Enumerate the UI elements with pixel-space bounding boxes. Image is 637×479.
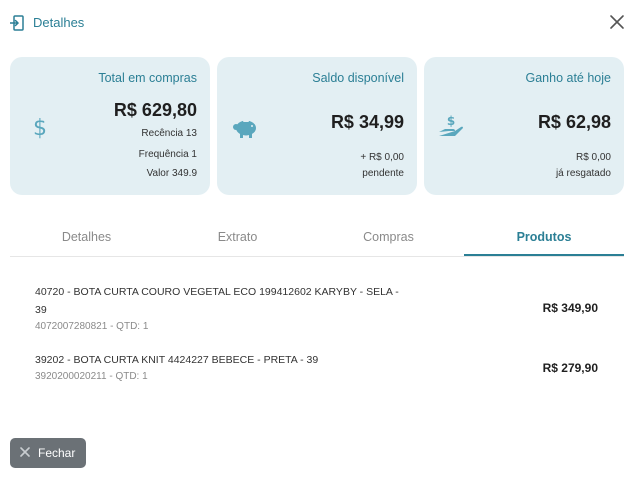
card-title: Total em compras [98,71,197,85]
tab-extrato[interactable]: Extrato [161,222,314,254]
card-frequencia: Frequência 1 [138,149,197,160]
product-name: 39202 - BOTA CURTA KNIT 4424227 BEBECE -… [35,354,319,366]
card-valor: Valor 349.9 [146,168,197,179]
product-name: 40720 - BOTA CURTA COURO VEGETAL ECO 199… [35,286,399,316]
card-title: Saldo disponível [312,71,404,85]
tab-compras[interactable]: Compras [312,222,465,254]
fechar-button[interactable]: Fechar [10,438,86,468]
svg-text:$: $ [33,116,47,141]
card-value: R$ 629,80 [113,100,197,120]
card-recencia: Recência 13 [141,128,197,139]
card-resgatado-label: já resgatado [555,168,611,179]
card-value: R$ 62,98 [537,112,611,132]
piggy-bank-icon [233,120,256,138]
close-icon [20,447,30,457]
card-value: R$ 34,99 [330,112,404,132]
tab-bar: Detalhes Extrato Compras Produtos [10,222,624,257]
modal-header: Detalhes [0,0,637,46]
list-item: 40720 - BOTA CURTA COURO VEGETAL ECO 199… [35,283,615,335]
dollar-icon: $ [33,116,47,141]
product-price: R$ 349,90 [542,301,598,315]
close-icon[interactable] [608,13,626,31]
tab-produtos[interactable]: Produtos [464,222,624,256]
modal-title: Detalhes [33,15,85,30]
product-meta: 4072007280821 - QTD: 1 [35,321,149,332]
document-enter-icon [10,15,24,31]
card-saldo-disponivel: Saldo disponível R$ 34,99 + R$ 0,00 pend… [217,57,417,195]
card-ganho-ate-hoje: Ganho até hoje R$ 62,98 $ R$ 0,00 já res… [424,57,624,195]
card-title: Ganho até hoje [525,71,612,85]
hand-money-icon: $ [439,114,463,136]
list-item: 39202 - BOTA CURTA KNIT 4424227 BEBECE -… [35,351,615,387]
card-pendente-valor: + R$ 0,00 [360,152,404,163]
tab-detalhes[interactable]: Detalhes [10,222,163,254]
svg-text:$: $ [447,114,455,128]
card-pendente-label: pendente [362,168,404,179]
product-meta: 3920200020211 - QTD: 1 [35,371,148,382]
card-total-compras: Total em compras R$ 629,80 $ Recência 13… [10,57,210,195]
fechar-label: Fechar [38,446,76,460]
product-price: R$ 279,90 [542,361,598,375]
details-modal: Detalhes Total em compras R$ 629,80 $ Re… [0,0,637,479]
card-resgatado-valor: R$ 0,00 [575,152,611,163]
